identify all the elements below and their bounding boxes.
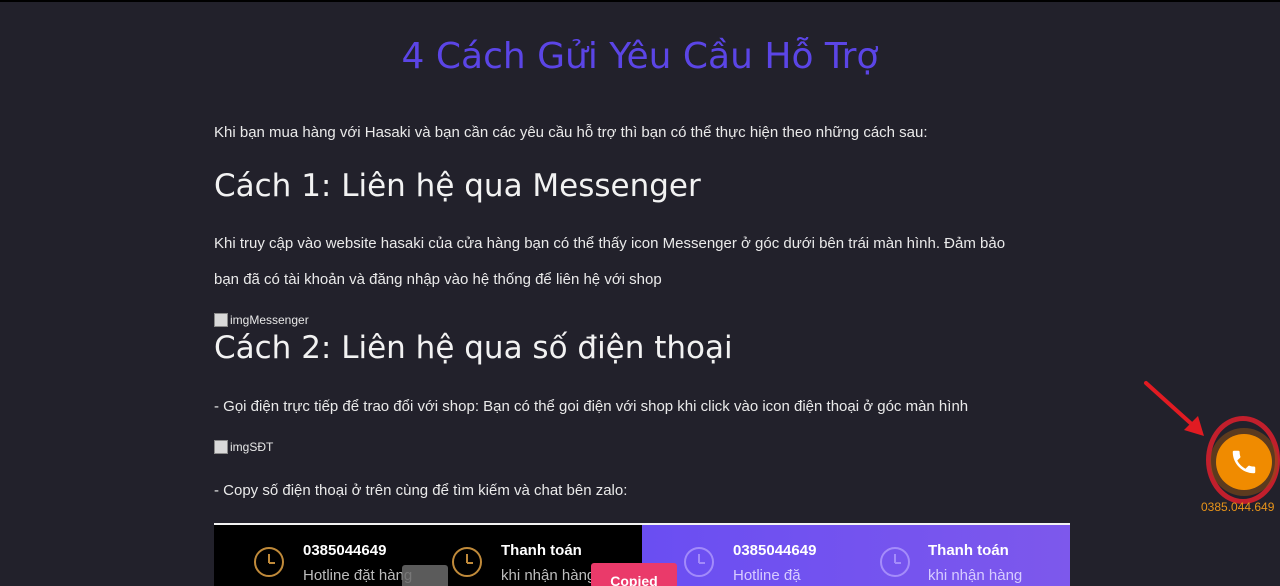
clock-icon (880, 547, 910, 577)
phone-image-alt: imgSĐT (230, 440, 274, 454)
red-arrow-icon (1144, 381, 1204, 436)
method1-heading: Cách 1: Liên hệ qua Messenger (214, 168, 701, 204)
payment-title: Thanh toán (928, 542, 1009, 559)
banner-left: 0385044649 Hotline đặt hàng Thanh toán k… (214, 525, 642, 586)
clock-icon (452, 547, 482, 577)
messenger-image: imgMessenger (214, 313, 309, 327)
phone-icon (1232, 450, 1256, 474)
phone-image: imgSĐT (214, 440, 273, 454)
method1-text-line2: bạn đã có tài khoản và đăng nhập vào hệ … (214, 271, 662, 288)
copied-toast: Copied (591, 563, 677, 586)
hotline-label: Hotline đặ (733, 567, 801, 584)
broken-image-icon (214, 440, 228, 454)
hotline-label: Hotline đặt hàng (303, 567, 413, 584)
copy-button[interactable] (402, 565, 448, 586)
hotline-number[interactable]: 0385044649 (303, 542, 386, 559)
intro-text: Khi bạn mua hàng với Hasaki và bạn cần c… (214, 124, 928, 141)
call-number: 0385.044.649 (1201, 500, 1275, 514)
call-button[interactable] (1216, 434, 1272, 490)
clock-icon (684, 547, 714, 577)
messenger-image-alt: imgMessenger (230, 313, 309, 327)
banner-right: 0385044649 Hotline đặ Thanh toán khi nhậ… (642, 525, 1070, 586)
payment-title: Thanh toán (501, 542, 582, 559)
broken-image-icon (214, 313, 228, 327)
payment-label: khi nhận hàng (501, 567, 596, 584)
payment-label: khi nhận hàng (928, 567, 1023, 584)
method2-text1: - Gọi điện trực tiếp để trao đổi với sho… (214, 398, 969, 415)
method1-text-line1: Khi truy cập vào website hasaki của cửa … (214, 235, 1006, 252)
hotline-number[interactable]: 0385044649 (733, 542, 816, 559)
method2-text2: - Copy số điện thoại ở trên cùng để tìm … (214, 482, 628, 499)
page-title: 4 Cách Gửi Yêu Cầu Hỗ Trợ (401, 36, 879, 77)
method2-heading: Cách 2: Liên hệ qua số điện thoại (214, 330, 733, 366)
clock-icon (254, 547, 284, 577)
